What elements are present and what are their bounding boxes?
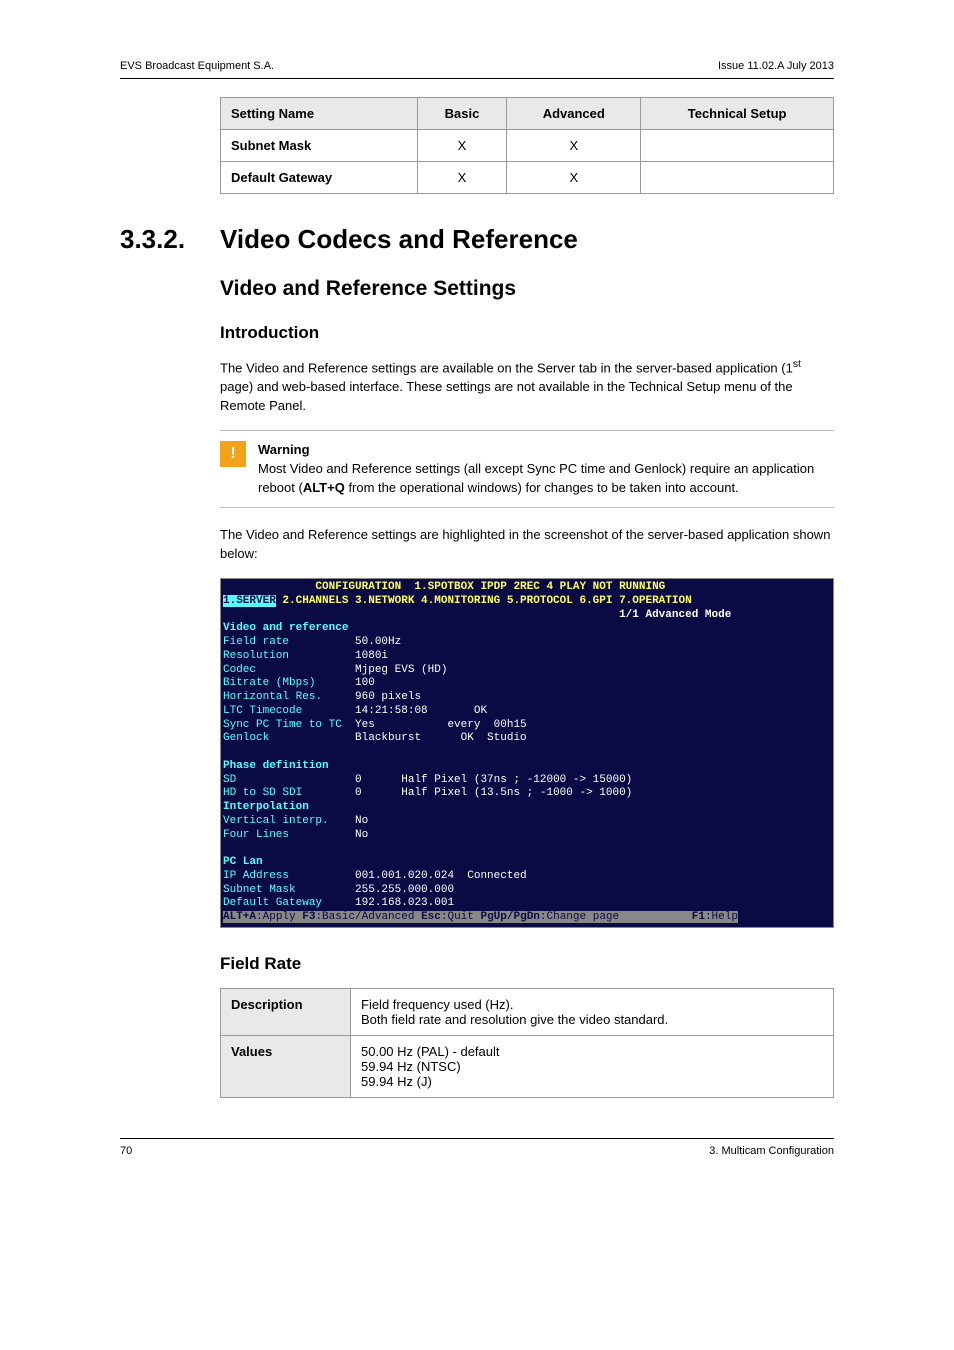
page-footer: 70 3. Multicam Configuration	[120, 1138, 834, 1157]
cell-name: Subnet Mask	[221, 130, 418, 162]
cell-basic: X	[417, 130, 507, 162]
warning-title: Warning	[258, 442, 310, 457]
warning-box: ! Warning Most Video and Reference setti…	[220, 430, 834, 509]
warning-icon: !	[220, 441, 246, 467]
desc-value: Field frequency used (Hz).Both field rat…	[351, 988, 834, 1035]
page-number: 70	[120, 1145, 132, 1157]
section-heading: 3.3.2. Video Codecs and Reference	[120, 224, 834, 255]
cell-name: Default Gateway	[221, 162, 418, 194]
section-number: 3.3.2.	[120, 224, 192, 255]
header-right: Issue 11.02.A July 2013	[718, 60, 834, 72]
cell-tech	[641, 130, 834, 162]
table-row: Subnet Mask X X	[221, 130, 834, 162]
sub-heading: Video and Reference Settings	[220, 277, 834, 301]
section-title: Video Codecs and Reference	[220, 224, 578, 255]
col-advanced: Advanced	[507, 98, 641, 130]
col-setting-name: Setting Name	[221, 98, 418, 130]
table-header-row: Setting Name Basic Advanced Technical Se…	[221, 98, 834, 130]
col-technical-setup: Technical Setup	[641, 98, 834, 130]
exclaim-icon: !	[230, 445, 235, 463]
modes-table: Setting Name Basic Advanced Technical Se…	[220, 97, 834, 194]
field-rate-table: Description Field frequency used (Hz).Bo…	[220, 988, 834, 1098]
intro-heading: Introduction	[220, 323, 834, 343]
field-rate-heading: Field Rate	[220, 954, 834, 974]
warning-body-b: from the operational windows) for change…	[345, 480, 739, 495]
page-header: EVS Broadcast Equipment S.A. Issue 11.02…	[120, 60, 834, 79]
warning-altq: ALT+Q	[303, 480, 345, 495]
header-left: EVS Broadcast Equipment S.A.	[120, 60, 274, 72]
values-value: 50.00 Hz (PAL) - default59.94 Hz (NTSC)5…	[351, 1035, 834, 1097]
cell-tech	[641, 162, 834, 194]
values-label: Values	[221, 1035, 351, 1097]
intro-sup: st	[793, 359, 801, 370]
table-row: Description Field frequency used (Hz).Bo…	[221, 988, 834, 1035]
cell-advanced: X	[507, 130, 641, 162]
cell-basic: X	[417, 162, 507, 194]
intro-text-a: The Video and Reference settings are ava…	[220, 360, 793, 375]
terminal-screenshot: CONFIGURATION 1.SPOTBOX IPDP 2REC 4 PLAY…	[220, 578, 834, 928]
table-row: Default Gateway X X	[221, 162, 834, 194]
screenshot-intro: The Video and Reference settings are hig…	[220, 526, 834, 564]
cell-advanced: X	[507, 162, 641, 194]
col-basic: Basic	[417, 98, 507, 130]
warning-text: Warning Most Video and Reference setting…	[258, 441, 834, 498]
intro-paragraph: The Video and Reference settings are ava…	[220, 357, 834, 416]
intro-text-b: page) and web-based interface. These set…	[220, 379, 793, 413]
desc-label: Description	[221, 988, 351, 1035]
footer-right: 3. Multicam Configuration	[709, 1145, 834, 1157]
table-row: Values 50.00 Hz (PAL) - default59.94 Hz …	[221, 1035, 834, 1097]
